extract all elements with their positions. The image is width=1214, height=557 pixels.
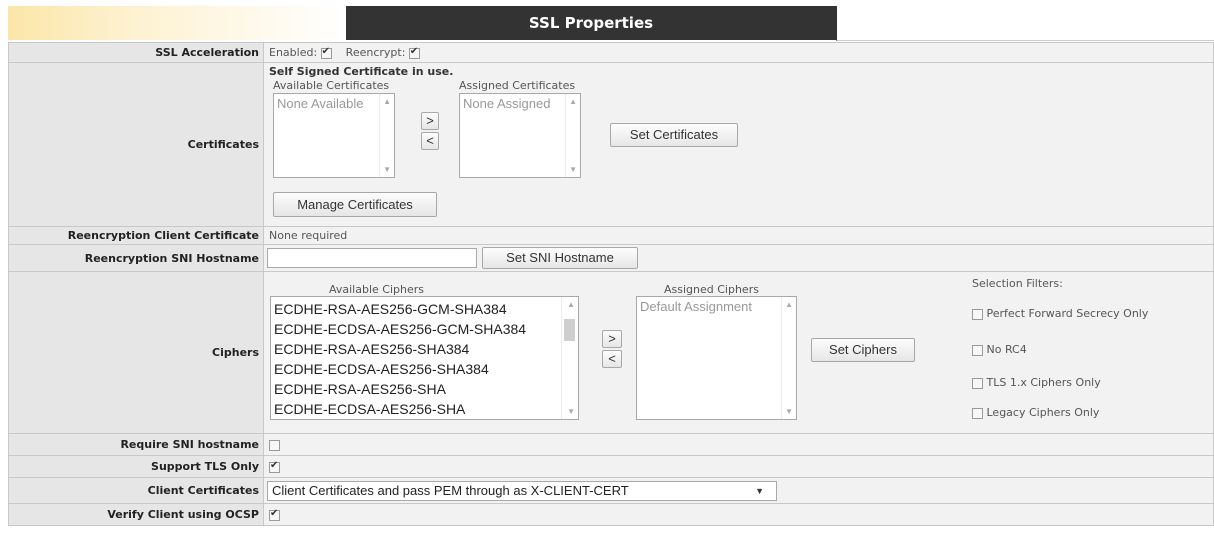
client-certificates-select[interactable]: Client Certificates and pass PEM through… <box>267 481 777 501</box>
filter-legacy: Legacy Ciphers Only <box>972 406 1099 419</box>
label-require-sni: Require SNI hostname <box>8 433 264 456</box>
reencryption-client-certificate-value: None required <box>263 226 1214 245</box>
move-cipher-right-button[interactable]: > <box>602 330 622 348</box>
assigned-certificates-caption: Assigned Certificates <box>459 79 576 92</box>
label-verify-ocsp: Verify Client using OCSP <box>8 503 264 526</box>
label-ssl-acceleration: SSL Acceleration <box>8 42 264 63</box>
scroll-down-icon: ▼ <box>567 407 575 416</box>
filter-legacy-checkbox[interactable] <box>972 407 983 419</box>
header-spacer <box>836 6 1214 41</box>
row-reencryption-client-certificate: Reencryption Client Certificate None req… <box>8 226 1214 245</box>
available-certificates-option: None Available <box>277 96 364 111</box>
set-ciphers-button[interactable]: Set Ciphers <box>811 338 915 362</box>
filter-legacy-label: Legacy Ciphers Only <box>986 406 1100 419</box>
filter-tls-only-checkbox[interactable] <box>972 377 983 389</box>
scroll-up-icon: ▲ <box>383 97 391 106</box>
row-client-certificates: Client Certificates Client Certificates … <box>8 477 1214 504</box>
cipher-option[interactable]: ECDHE-ECDSA-AES256-SHA384 <box>271 359 578 379</box>
assigned-certificates-option: None Assigned <box>463 96 551 111</box>
certificate-status: Self Signed Certificate in use. <box>269 65 454 78</box>
assigned-certificates-list[interactable]: None Assigned ▲ ▼ <box>459 93 581 178</box>
verify-ocsp-cell <box>263 503 1214 526</box>
panel-title: SSL Properties <box>346 6 836 40</box>
available-ciphers-scrollbar[interactable]: ▲ ▼ <box>561 297 578 419</box>
chevron-down-icon: ▼ <box>755 486 764 496</box>
manage-certificates-button[interactable]: Manage Certificates <box>273 192 437 217</box>
filter-pfs: Perfect Forward Secrecy Only <box>972 307 1148 320</box>
sni-hostname-cell: Set SNI Hostname <box>263 244 1214 272</box>
cipher-option[interactable]: ECDHE-RSA-AES256-SHA384 <box>271 339 578 359</box>
assigned-ciphers-caption: Assigned Ciphers <box>664 283 759 296</box>
move-certificate-left-button[interactable]: < <box>421 132 439 150</box>
reencrypt-checkbox[interactable] <box>408 46 420 59</box>
label-client-certificates: Client Certificates <box>8 477 264 504</box>
filter-tls-only: TLS 1.x Ciphers Only <box>972 376 1101 389</box>
row-verify-ocsp: Verify Client using OCSP <box>8 503 1214 526</box>
cipher-option[interactable]: ECDHE-RSA-AES256-GCM-SHA384 <box>271 299 578 319</box>
row-ciphers: Ciphers Available Ciphers Assigned Ciphe… <box>8 271 1214 434</box>
scroll-down-icon: ▼ <box>383 165 391 174</box>
filter-no-rc4: No RC4 <box>972 343 1027 356</box>
filter-no-rc4-label: No RC4 <box>986 343 1027 356</box>
filter-no-rc4-checkbox[interactable] <box>972 344 983 356</box>
assigned-ciphers-list[interactable]: Default Assignment ▲ ▼ <box>636 296 797 420</box>
header-gradient <box>8 6 346 40</box>
available-ciphers-caption: Available Ciphers <box>329 283 424 296</box>
require-sni-cell <box>263 433 1214 456</box>
assigned-cipher-option[interactable]: Default Assignment <box>637 297 796 317</box>
cipher-option[interactable]: ECDHE-ECDSA-AES256-SHA <box>271 399 578 419</box>
assigned-ciphers-scrollbar[interactable]: ▲ ▼ <box>781 297 796 419</box>
row-reencryption-sni-hostname: Reencryption SNI Hostname Set SNI Hostna… <box>8 244 1214 272</box>
ssl-properties-panel: SSL Properties SSL Acceleration Enabled:… <box>8 6 1214 557</box>
ciphers-cell: Available Ciphers Assigned Ciphers ECDHE… <box>263 271 1214 434</box>
certificates-cell: Self Signed Certificate in use. Availabl… <box>263 62 1214 227</box>
available-certificates-scrollbar[interactable]: ▲ ▼ <box>379 94 394 177</box>
filter-tls-only-label: TLS 1.x Ciphers Only <box>986 376 1101 389</box>
selection-filters-caption: Selection Filters: <box>972 277 1063 290</box>
support-tls-only-cell <box>263 455 1214 478</box>
label-support-tls-only: Support TLS Only <box>8 455 264 478</box>
client-certificates-selected: Client Certificates and pass PEM through… <box>272 483 629 498</box>
ssl-acceleration-cell: Enabled: Reencrypt: <box>263 42 1214 63</box>
reencrypt-label: Reencrypt: <box>345 46 406 59</box>
filter-pfs-label: Perfect Forward Secrecy Only <box>986 307 1149 320</box>
row-require-sni: Require SNI hostname <box>8 433 1214 456</box>
scroll-up-icon: ▲ <box>569 97 577 106</box>
available-ciphers-list[interactable]: ECDHE-RSA-AES256-GCM-SHA384 ECDHE-ECDSA-… <box>270 296 579 420</box>
label-reencryption-sni-hostname: Reencryption SNI Hostname <box>8 244 264 272</box>
cipher-option[interactable]: ECDHE-RSA-AES256-SHA <box>271 379 578 399</box>
sni-hostname-input[interactable] <box>267 248 477 268</box>
scroll-down-icon: ▼ <box>569 165 577 174</box>
label-ciphers: Ciphers <box>8 271 264 434</box>
label-certificates: Certificates <box>8 62 264 227</box>
cipher-option[interactable]: ECDHE-ECDSA-AES256-GCM-SHA384 <box>271 319 578 339</box>
scrollbar-thumb[interactable] <box>564 319 575 341</box>
verify-ocsp-checkbox[interactable] <box>269 508 280 521</box>
label-reencryption-client-certificate: Reencryption Client Certificate <box>8 226 264 245</box>
set-sni-hostname-button[interactable]: Set SNI Hostname <box>482 247 638 269</box>
scroll-up-icon: ▲ <box>567 300 575 309</box>
set-certificates-button[interactable]: Set Certificates <box>610 123 738 147</box>
row-support-tls-only: Support TLS Only <box>8 455 1214 478</box>
enabled-checkbox[interactable] <box>320 46 332 59</box>
panel-header: SSL Properties <box>8 6 1214 41</box>
scroll-down-icon: ▼ <box>785 407 793 416</box>
client-certificates-cell: Client Certificates and pass PEM through… <box>263 477 1214 504</box>
filter-pfs-checkbox[interactable] <box>972 308 983 320</box>
move-certificate-right-button[interactable]: > <box>421 112 439 130</box>
available-certificates-caption: Available Certificates <box>273 79 390 92</box>
require-sni-checkbox[interactable] <box>269 439 280 451</box>
assigned-certificates-scrollbar[interactable]: ▲ ▼ <box>565 94 580 177</box>
move-cipher-left-button[interactable]: < <box>602 350 622 368</box>
support-tls-only-checkbox[interactable] <box>269 460 280 473</box>
row-ssl-acceleration: SSL Acceleration Enabled: Reencrypt: <box>8 42 1214 63</box>
scroll-up-icon: ▲ <box>785 300 793 309</box>
properties-table: SSL Acceleration Enabled: Reencrypt: Cer… <box>8 42 1214 526</box>
row-certificates: Certificates Self Signed Certificate in … <box>8 62 1214 227</box>
enabled-label: Enabled: <box>269 46 318 59</box>
available-certificates-list[interactable]: None Available ▲ ▼ <box>273 93 395 178</box>
